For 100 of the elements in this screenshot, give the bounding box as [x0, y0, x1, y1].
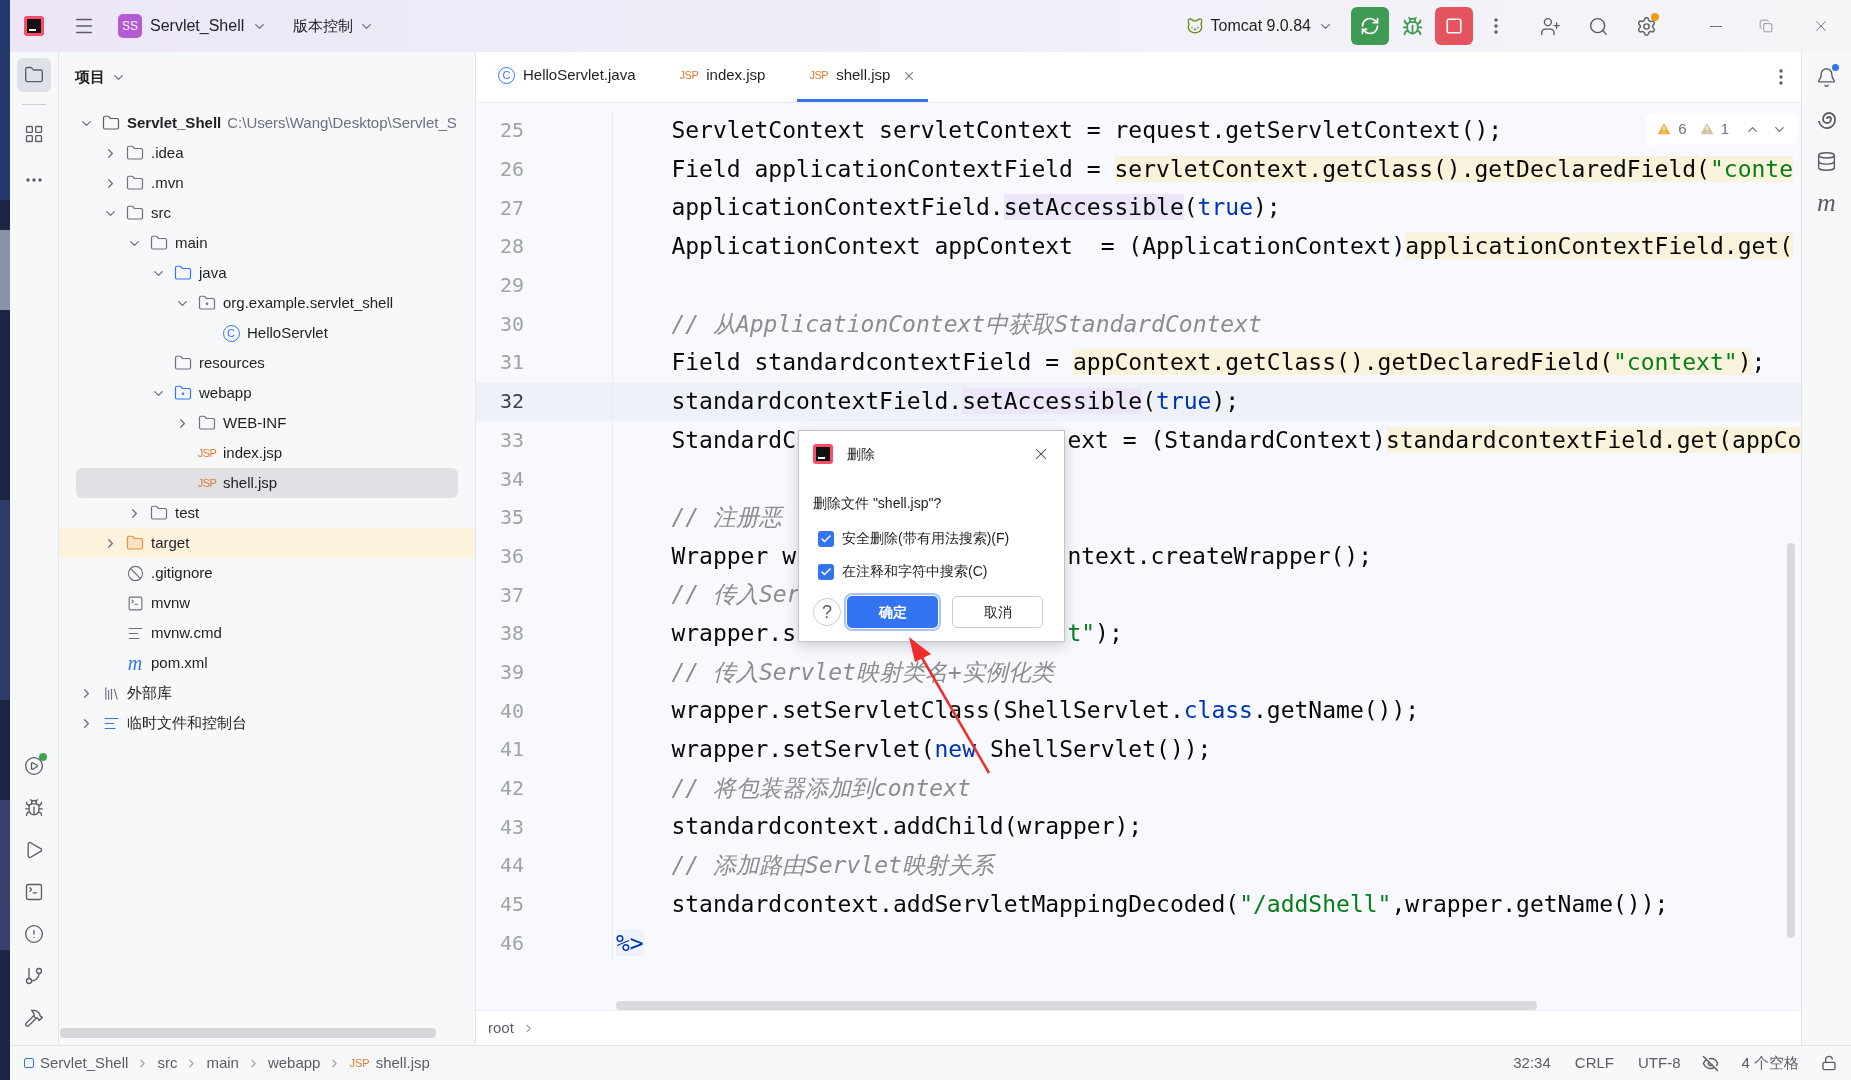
code-text: Field standardcontextField = appContext.getClass().getDeclaredField("context"); — [670, 348, 1766, 378]
jsp-icon: JSP — [809, 70, 829, 81]
file-encoding[interactable]: UTF-8 — [1638, 1051, 1681, 1075]
tree-item[interactable]: WEB-INF — [59, 408, 475, 438]
breadcrumb-item[interactable]: Servlet_Shell — [40, 1051, 129, 1075]
tree-item-label: index.jsp — [223, 442, 283, 463]
tree-item-label: org.example.servlet_shell — [223, 292, 394, 313]
tree-item[interactable]: JSP shell.jsp — [76, 468, 458, 498]
hammer-icon — [24, 1008, 44, 1028]
tree-item[interactable]: java — [59, 258, 475, 288]
tree-item-label: HelloServlet — [247, 322, 328, 343]
project-view-dropdown[interactable]: 项目 — [75, 66, 126, 89]
tree-item-label: .mvn — [151, 172, 184, 193]
line-number: 34 — [500, 465, 525, 493]
warning-icon — [1656, 121, 1673, 137]
tree-item[interactable]: webapp — [59, 378, 475, 408]
line-number: 31 — [500, 349, 525, 377]
line-number: 30 — [500, 310, 525, 338]
breadcrumb-item[interactable]: src — [157, 1051, 178, 1075]
tree-item-label: Servlet_Shell — [127, 112, 222, 133]
tree-item[interactable]: test — [59, 498, 475, 528]
line-separator[interactable]: CRLF — [1574, 1051, 1614, 1075]
tool-window-button[interactable] — [17, 58, 51, 92]
vcs-dropdown[interactable]: 版本控制 — [293, 14, 375, 38]
stop-button[interactable] — [1435, 7, 1473, 45]
more-icon — [1494, 18, 1498, 34]
rerun-button[interactable] — [1351, 7, 1389, 45]
dialog-title: 删除 — [847, 444, 875, 464]
add-user-icon — [1539, 15, 1561, 37]
line-number: 32 — [500, 388, 525, 416]
tree-item[interactable]: .idea — [59, 138, 475, 168]
indent-setting[interactable]: 4 个空格 — [1741, 1051, 1799, 1075]
line-number: 36 — [500, 542, 525, 570]
tree-item[interactable]: C HelloServlet — [59, 318, 475, 348]
scrollbar-thumb[interactable] — [1787, 543, 1795, 938]
alert-icon — [24, 924, 44, 944]
editor-tab[interactable]: JSP index.jsp — [667, 52, 778, 102]
code-text: ServletContext servletContext = request.getServletContext(); — [670, 116, 1503, 146]
breadcrumb-item[interactable]: shell.jsp — [375, 1051, 430, 1075]
line-number: 42 — [500, 775, 525, 803]
warning-icon — [1698, 121, 1715, 137]
tree-item-label: test — [175, 502, 200, 523]
scrollbar-thumb[interactable] — [616, 1001, 1537, 1010]
line-number: 28 — [500, 233, 525, 261]
tree-item[interactable]: m pom.xml — [59, 648, 475, 678]
tree-item[interactable]: Servlet_Shell C:\Users\Wang\Desktop\Servlet_S — [59, 108, 475, 138]
folder-icon — [174, 264, 192, 282]
code-text: standardcontextField.setAccessible(true); — [670, 386, 1240, 416]
checkbox[interactable] — [818, 530, 834, 547]
code-text: Field applicationContextField = servletContext.getClass().getDeclaredField("conte — [670, 154, 1794, 184]
tree-item[interactable]: src — [59, 198, 475, 228]
bug-icon — [24, 798, 44, 818]
code-text: standardcontext.addChild(wrapper); — [670, 812, 1143, 842]
tree-item[interactable]: target — [59, 528, 475, 558]
run-config-dropdown[interactable]: Tomcat 9.0.84 — [1185, 14, 1333, 38]
ok-button[interactable]: 确定 — [847, 596, 938, 628]
tree-item[interactable]: org.example.servlet_shell — [59, 288, 475, 318]
project-dropdown[interactable]: SS Servlet_Shell — [118, 14, 268, 38]
tree-item-label: main — [175, 232, 208, 253]
panel-title: 项目 — [75, 67, 105, 88]
more-icon — [1779, 69, 1783, 85]
tree-item[interactable]: mvnw — [59, 588, 475, 618]
tree-item[interactable]: main — [59, 228, 475, 258]
breadcrumb-item[interactable]: webapp — [267, 1051, 321, 1075]
code-text: ntext.createWrapper(); — [1067, 541, 1373, 571]
caret-position[interactable]: 32:34 — [1513, 1051, 1551, 1075]
breadcrumb-item[interactable]: main — [206, 1051, 239, 1075]
tree-item[interactable]: 临时文件和控制台 — [59, 708, 475, 738]
code-text: // 添加路由Servlet映射关系 — [670, 851, 994, 881]
scrollbar-thumb[interactable] — [60, 1028, 436, 1038]
checkbox[interactable] — [818, 563, 834, 580]
code-text: wrapper.s — [670, 619, 796, 649]
maven-icon: m — [127, 653, 143, 673]
breadcrumb-item[interactable]: root — [488, 1016, 514, 1040]
tree-item[interactable]: 外部库 — [59, 678, 475, 708]
maven-button[interactable]: m — [1809, 186, 1844, 220]
tree-item[interactable]: JSP index.jsp — [59, 438, 475, 468]
tree-item[interactable]: resources — [59, 348, 475, 378]
terminal-icon — [126, 594, 144, 612]
code-text: t"); — [1067, 619, 1123, 649]
folder-icon — [126, 534, 144, 552]
tree-item-label: 外部库 — [127, 682, 172, 703]
lock-icon[interactable] — [1821, 1055, 1837, 1071]
line-number: 45 — [500, 891, 525, 919]
tree-item-label: .gitignore — [151, 562, 213, 583]
editor-tab[interactable]: JSP shell.jsp — [797, 52, 929, 102]
grid-icon — [24, 124, 44, 144]
tree-item[interactable]: .mvn — [59, 168, 475, 198]
jsp-icon: JSP — [349, 1054, 370, 1072]
editor-tab[interactable]: C HelloServlet.java — [486, 52, 648, 102]
project-path: C:\Users\Wang\Desktop\Servlet_S — [227, 112, 457, 133]
line-number: 37 — [500, 581, 525, 609]
tree-item-label: 临时文件和控制台 — [127, 712, 247, 733]
tree-item[interactable]: mvnw.cmd — [59, 618, 475, 648]
folder-icon — [198, 414, 216, 432]
inspection-widget[interactable]: 6 1 — [1646, 113, 1797, 145]
tree-item[interactable]: .gitignore — [59, 558, 475, 588]
line-number: 39 — [500, 658, 525, 686]
cancel-button[interactable]: 取消 — [952, 596, 1043, 628]
eye-off-icon[interactable] — [1702, 1054, 1720, 1072]
